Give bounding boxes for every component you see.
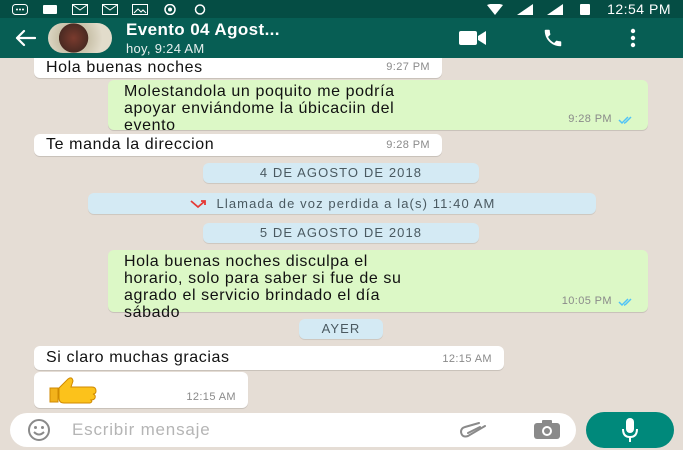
message-text: Hola buenas noches — [46, 59, 203, 76]
emoji-button[interactable] — [22, 415, 56, 445]
chat-notification-icon — [12, 3, 28, 15]
message-notification-icon — [43, 4, 57, 14]
status-bar: 12:54 PM — [0, 0, 683, 18]
emoji-icon — [28, 419, 50, 441]
voice-message-button[interactable] — [586, 412, 674, 448]
thumbs-up-icon — [49, 377, 97, 404]
date-divider: 5 DE AGOSTO DE 2018 — [203, 223, 479, 243]
message-meta: 12:15 AM — [442, 351, 492, 368]
battery-icon — [580, 3, 591, 15]
message-time: 9:28 PM — [568, 113, 612, 125]
message-input[interactable] — [72, 420, 456, 440]
signal-icon — [517, 3, 534, 15]
message-line: Molestandola un poquito me podría — [124, 83, 395, 100]
mic-icon — [622, 418, 638, 442]
system-icons: 12:54 PM — [487, 1, 671, 17]
attach-button[interactable] — [456, 415, 490, 445]
message-time: 9:27 PM — [386, 61, 430, 73]
message-outgoing[interactable]: Molestandola un poquito me podría apoyar… — [108, 80, 648, 134]
message-time: 12:15 AM — [186, 391, 236, 403]
voice-call-button[interactable] — [537, 23, 569, 53]
chrome-notification-icon — [164, 3, 176, 15]
mail-notification-icon-2 — [102, 3, 118, 15]
message-meta: 9:28 PM — [386, 137, 430, 154]
date-divider: AYER — [299, 319, 383, 339]
mail-notification-icon — [72, 3, 88, 15]
header-actions — [457, 23, 673, 53]
message-meta: 9:27 PM — [386, 59, 430, 76]
message-time: 10:05 PM — [561, 295, 612, 307]
message-line: agrado el servicio brindado el día — [124, 287, 381, 304]
message-incoming[interactable]: Si claro muchas gracias 12:15 AM — [34, 346, 504, 370]
notification-icons — [12, 3, 208, 15]
message-text: Si claro muchas gracias — [46, 349, 230, 366]
message-line: apoyar enviándome la úbicaciin del — [124, 100, 395, 117]
video-call-button[interactable] — [457, 23, 489, 53]
phone-icon — [544, 29, 562, 47]
signal-icon-2 — [547, 3, 564, 15]
read-receipt-icon — [618, 297, 632, 306]
image-notification-icon — [132, 3, 148, 15]
chat-header: Evento 04 Agost... hoy, 9:24 AM — [0, 18, 683, 58]
message-meta: 9:28 PM — [568, 111, 636, 128]
date-divider: 4 DE AGOSTO DE 2018 — [203, 163, 479, 183]
more-options-icon — [630, 28, 636, 48]
sync-notification-icon — [194, 3, 206, 15]
message-line: horario, solo para saber si fue de su — [124, 270, 402, 287]
message-incoming-emoji[interactable]: 12:15 AM — [34, 372, 248, 408]
missed-call-text: Llamada de voz perdida a la(s) 11:40 AM — [216, 195, 496, 211]
message-text: Te manda la direccion — [46, 136, 215, 153]
status-time: 12:54 PM — [607, 1, 671, 17]
message-composer — [10, 413, 576, 447]
chat-title: Evento 04 Agost... — [126, 20, 280, 39]
chat-title-block[interactable]: Evento 04 Agost... hoy, 9:24 AM — [126, 20, 280, 56]
last-seen: hoy, 9:24 AM — [126, 41, 205, 56]
message-meta: 10:05 PM — [562, 293, 636, 310]
more-options-button[interactable] — [617, 23, 649, 53]
video-call-icon — [459, 31, 486, 45]
avatar[interactable] — [48, 23, 112, 53]
wifi-icon — [487, 3, 504, 15]
message-incoming[interactable]: Hola buenas noches 9:27 PM — [34, 58, 442, 78]
message-time: 12:15 AM — [442, 353, 492, 365]
read-receipt-icon — [618, 115, 632, 124]
camera-button[interactable] — [530, 415, 564, 445]
message-line: Hola buenas noches disculpa el — [124, 253, 368, 270]
attach-icon — [459, 422, 486, 438]
message-incoming[interactable]: Te manda la direccion 9:28 PM — [34, 134, 442, 156]
missed-call-notice[interactable]: Llamada de voz perdida a la(s) 11:40 AM — [88, 193, 596, 214]
back-arrow-icon[interactable] — [10, 23, 40, 53]
missed-call-icon — [189, 199, 206, 208]
message-time: 9:28 PM — [386, 139, 430, 151]
message-meta: 12:15 AM — [186, 389, 236, 406]
message-outgoing[interactable]: Hola buenas noches disculpa el horario, … — [108, 250, 648, 321]
camera-icon — [534, 420, 560, 439]
message-line: evento — [124, 117, 176, 134]
